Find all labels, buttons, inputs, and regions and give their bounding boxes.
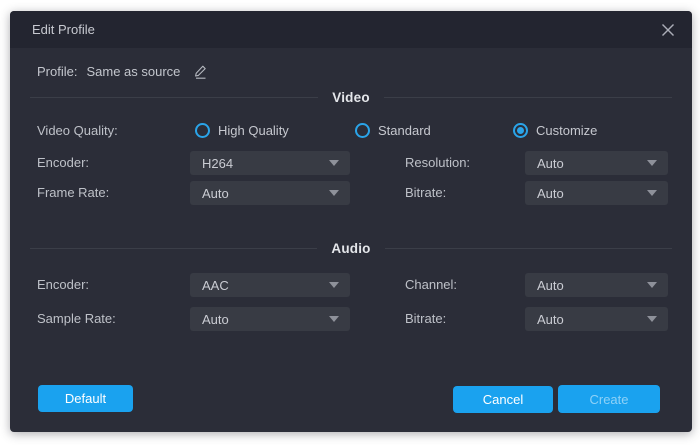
radio-high-quality[interactable]: High Quality [195, 122, 289, 139]
audio-bitrate-dropdown[interactable]: Auto [525, 307, 668, 331]
video-quality-label: Video Quality: [37, 122, 118, 139]
audio-channel-label: Channel: [405, 273, 457, 297]
dropdown-value: Auto [537, 278, 647, 293]
dropdown-value: Auto [537, 156, 647, 171]
video-encoder-dropdown[interactable]: H264 [190, 151, 350, 175]
audio-bitrate-label: Bitrate: [405, 307, 446, 331]
dialog-titlebar: Edit Profile [10, 11, 692, 48]
video-resolution-label: Resolution: [405, 151, 470, 175]
chevron-down-icon [647, 190, 657, 196]
video-bitrate-dropdown[interactable]: Auto [525, 181, 668, 205]
radio-selected-icon [513, 123, 528, 138]
audio-samplerate-dropdown[interactable]: Auto [190, 307, 350, 331]
chevron-down-icon [647, 160, 657, 166]
pencil-icon [192, 63, 209, 80]
radio-unselected-icon [195, 123, 210, 138]
edit-profile-name-button[interactable] [192, 63, 209, 80]
video-section-title: Video [332, 90, 370, 105]
video-section-header: Video [30, 89, 672, 105]
divider-line [30, 97, 318, 98]
cancel-button[interactable]: Cancel [453, 386, 553, 413]
divider-line [384, 97, 672, 98]
audio-channel-dropdown[interactable]: Auto [525, 273, 668, 297]
radio-standard[interactable]: Standard [355, 122, 431, 139]
chevron-down-icon [329, 316, 339, 322]
close-button[interactable] [657, 19, 679, 41]
dropdown-value: Auto [537, 186, 647, 201]
chevron-down-icon [329, 160, 339, 166]
audio-section-header: Audio [30, 240, 672, 256]
dropdown-value: AAC [202, 278, 329, 293]
video-framerate-label: Frame Rate: [37, 181, 109, 205]
video-bitrate-label: Bitrate: [405, 181, 446, 205]
audio-section-title: Audio [331, 241, 370, 256]
dropdown-value: H264 [202, 156, 329, 171]
dialog-title: Edit Profile [32, 11, 95, 48]
audio-encoder-label: Encoder: [37, 273, 89, 297]
chevron-down-icon [647, 316, 657, 322]
dropdown-value: Auto [537, 312, 647, 327]
close-icon [660, 22, 676, 38]
chevron-down-icon [329, 190, 339, 196]
video-resolution-dropdown[interactable]: Auto [525, 151, 668, 175]
profile-label: Profile: [37, 64, 77, 79]
dropdown-value: Auto [202, 186, 329, 201]
divider-line [30, 248, 317, 249]
profile-row: Profile: Same as source [37, 62, 209, 80]
edit-profile-dialog: Edit Profile Profile: Same as source Vid… [10, 11, 692, 432]
audio-encoder-dropdown[interactable]: AAC [190, 273, 350, 297]
radio-unselected-icon [355, 123, 370, 138]
radio-customize[interactable]: Customize [513, 122, 597, 139]
create-button[interactable]: Create [558, 385, 660, 413]
video-encoder-label: Encoder: [37, 151, 89, 175]
video-framerate-dropdown[interactable]: Auto [190, 181, 350, 205]
dropdown-value: Auto [202, 312, 329, 327]
profile-value: Same as source [86, 64, 180, 79]
divider-line [385, 248, 672, 249]
default-button[interactable]: Default [38, 385, 133, 412]
audio-samplerate-label: Sample Rate: [37, 307, 116, 331]
chevron-down-icon [647, 282, 657, 288]
chevron-down-icon [329, 282, 339, 288]
